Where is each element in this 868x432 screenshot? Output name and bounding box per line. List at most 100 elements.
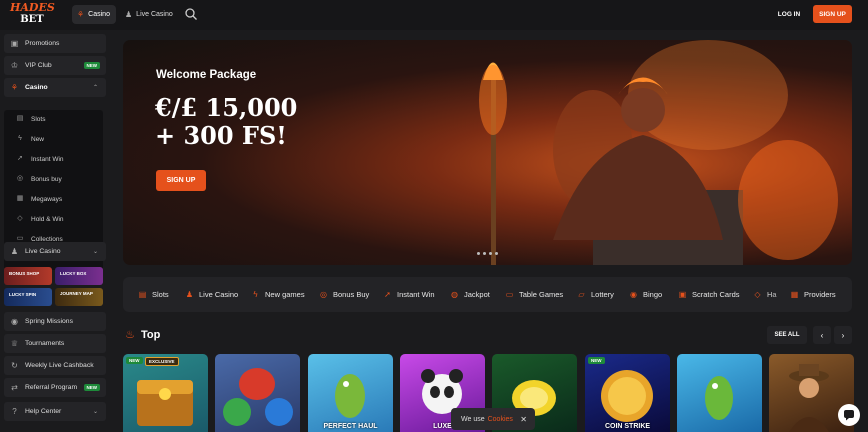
sidebar-item-spring-missions[interactable]: ◉ Spring Missions <box>4 312 106 331</box>
fish-thumbnail <box>335 374 365 418</box>
cookie-text: We use <box>461 415 485 423</box>
bonus-shop-tile[interactable]: BONUS SHOP <box>4 267 52 285</box>
category-bingo[interactable]: ◉ Bingo <box>629 277 662 312</box>
sidebar-item-label: VIP Club <box>25 62 52 69</box>
cookies-link[interactable]: Cookies <box>488 416 513 423</box>
carousel-dots <box>477 252 498 255</box>
category-live-casino[interactable]: ♟ Live Casino <box>185 277 238 312</box>
casino-icon: ⚘ <box>77 10 85 19</box>
logo-subtext: BET <box>20 14 44 25</box>
submenu-label: Hold & Win <box>31 215 64 223</box>
close-icon[interactable]: ✕ <box>520 415 527 424</box>
sidebar-item-tournaments[interactable]: ♕ Tournaments <box>4 334 106 353</box>
submenu-item-megaways[interactable]: ▦ Megaways <box>8 190 106 208</box>
category-label: Bonus Buy <box>333 290 370 299</box>
chevron-up-icon[interactable]: ⌃ <box>93 84 98 91</box>
submenu-label: Instant Win <box>31 155 64 163</box>
lucky-spin-tile[interactable]: LUCKY SPIN <box>4 288 52 306</box>
game-card-dragons[interactable] <box>215 354 300 432</box>
carousel-dot[interactable] <box>495 252 498 255</box>
category-label: Scratch Cards <box>692 290 740 299</box>
chat-button[interactable] <box>838 404 860 426</box>
game-card-perfect-haul[interactable]: PERFECT HAUL <box>308 354 393 432</box>
fire-icon: ♨ <box>125 329 135 341</box>
top-bar: HADES BET ⚘ Casino ♟ Live Casino LOG IN … <box>0 0 868 30</box>
sidebar-item-label: Live Casino <box>25 248 61 255</box>
sidebar-item-promotions[interactable]: ▣ Promotions <box>4 34 106 53</box>
login-button[interactable]: LOG IN <box>772 5 806 23</box>
submenu-item-new[interactable]: ϟ New <box>8 130 106 148</box>
submenu-item-bonus-buy[interactable]: ◎ Bonus buy <box>8 170 106 188</box>
submenu-item-slots[interactable]: ▤ Slots <box>8 110 106 128</box>
chevron-down-icon[interactable]: ⌄ <box>93 248 98 255</box>
rocket-icon: ➚ <box>384 290 391 299</box>
carousel-dot[interactable] <box>489 252 492 255</box>
scratch-card-icon: ▣ <box>678 290 687 299</box>
sidebar-item-live-casino[interactable]: ♟ Live Casino ⌄ <box>4 242 106 261</box>
coin-thumbnail <box>601 370 653 422</box>
hero-signup-button[interactable]: SIGN UP <box>156 170 206 191</box>
category-label: Providers <box>804 290 836 299</box>
sidebar-item-casino[interactable]: ⚘ Casino ⌃ <box>4 78 106 97</box>
trophy-icon: ♕ <box>10 339 19 348</box>
category-label: Instant Win <box>397 290 435 299</box>
category-slots[interactable]: ▤ Slots <box>138 277 169 312</box>
category-table-games[interactable]: ▭ Table Games <box>505 277 563 312</box>
dragons-thumbnail <box>223 368 293 426</box>
coins-icon: ◎ <box>16 175 24 182</box>
bingo-ball-icon: ◉ <box>630 290 637 299</box>
sidebar-item-label: Casino <box>25 84 48 91</box>
submenu-label: New <box>31 135 45 143</box>
new-badge: NEW <box>83 62 100 69</box>
sidebar-item-label: Tournaments <box>25 340 65 347</box>
submenu-label: Slots <box>31 115 46 123</box>
sidebar: ▣ Promotions ♔ VIP Club NEW ⚘ Casino ⌃ ▤… <box>0 30 110 432</box>
category-lottery[interactable]: ▱ Lottery <box>577 277 614 312</box>
category-label: Lottery <box>591 290 614 299</box>
category-instant-win[interactable]: ➚ Instant Win <box>383 277 435 312</box>
logo-text: HADES <box>10 1 55 14</box>
game-card-coin-strike[interactable]: NEW COIN STRIKE <box>585 354 670 432</box>
sidebar-item-vip-club[interactable]: ♔ VIP Club NEW <box>4 56 106 75</box>
category-jackpot[interactable]: ◍ Jackpot <box>450 277 490 312</box>
ticket-icon: ▱ <box>578 290 585 299</box>
journey-map-tile[interactable]: JOURNEY MAP <box>55 288 103 306</box>
prev-arrow-icon[interactable]: ‹ <box>813 326 831 344</box>
nav-casino-tab[interactable]: ⚘ Casino <box>72 5 116 24</box>
sidebar-item-weekly-cashback[interactable]: ↻ Weekly Live Cashback <box>4 356 106 375</box>
sidebar-item-label: Weekly Live Cashback <box>25 362 94 369</box>
signup-button[interactable]: SIGN UP <box>813 5 852 23</box>
chevron-down-icon[interactable]: ⌄ <box>93 408 98 415</box>
category-bonus-buy[interactable]: ◎ Bonus Buy <box>319 277 369 312</box>
sidebar-item-help-center[interactable]: ? Help Center ⌄ <box>4 402 106 421</box>
carousel-dot[interactable] <box>477 252 480 255</box>
sidebar-item-referral[interactable]: ⇄ Referral Program NEW <box>4 378 106 397</box>
category-providers[interactable]: ▦ Providers <box>790 277 836 312</box>
category-bar: ▤ Slots ♟ Live Casino ϟ New games ◎ Bonus Bu… <box>123 277 852 312</box>
game-card-fish[interactable] <box>677 354 762 432</box>
cards-icon: ▭ <box>505 290 514 299</box>
nav-live-casino-tab[interactable]: ♟ Live Casino <box>125 5 173 24</box>
logo[interactable]: HADES BET <box>10 1 55 28</box>
submenu-label: Megaways <box>31 195 63 203</box>
category-scratch-cards[interactable]: ▣ Scratch Cards <box>678 277 740 312</box>
gift-icon: ▣ <box>10 39 19 48</box>
hero-banner[interactable]: Welcome Package €/£ 15,000 + 300 FS! SIG… <box>123 40 852 265</box>
category-new-games[interactable]: ϟ New games <box>251 277 304 312</box>
see-all-button[interactable]: SEE ALL <box>767 326 807 344</box>
carousel-dot[interactable] <box>483 252 486 255</box>
grid-icon: ▦ <box>16 195 24 202</box>
chat-icon <box>844 410 854 421</box>
lucky-box-tile[interactable]: LUCKY BOX <box>55 267 103 285</box>
submenu-item-hold-win[interactable]: ◇ Hold & Win <box>8 210 106 228</box>
coins-icon: ◎ <box>320 290 327 299</box>
game-card-treasure[interactable]: NEW EXCLUSIVE <box>123 354 208 432</box>
next-arrow-icon[interactable]: › <box>834 326 852 344</box>
diamond-icon: ◇ <box>17 215 23 222</box>
grid-icon: ▦ <box>790 290 799 299</box>
submenu-item-instant-win[interactable]: ➚ Instant Win <box>8 150 106 168</box>
search-icon[interactable] <box>184 7 198 21</box>
sidebar-item-label: Help Center <box>25 408 62 415</box>
exclusive-badge: EXCLUSIVE <box>145 357 179 366</box>
category-label: Live Casino <box>199 290 239 299</box>
